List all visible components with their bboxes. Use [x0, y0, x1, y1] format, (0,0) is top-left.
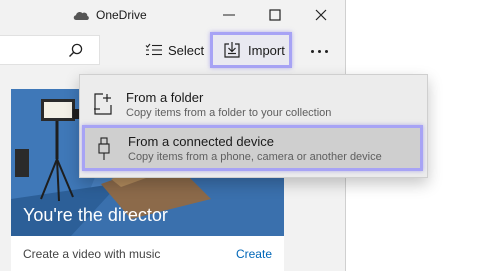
menu-item-subtitle: Copy items from a phone, camera or anoth… — [128, 151, 382, 163]
maximize-icon — [269, 9, 281, 21]
import-button[interactable]: Import — [210, 32, 292, 68]
add-folder-icon — [94, 93, 112, 115]
import-button-label: Import — [248, 43, 285, 58]
more-dots-icon — [311, 50, 314, 53]
close-button[interactable] — [306, 3, 336, 27]
more-options-button[interactable] — [306, 38, 334, 62]
window-title: OneDrive — [96, 8, 147, 22]
card-title: You're the director — [23, 205, 168, 225]
more-dots-icon — [318, 50, 321, 53]
usb-device-icon — [98, 137, 110, 160]
menu-item-title: From a folder — [126, 90, 204, 105]
close-icon — [315, 9, 327, 21]
search-input[interactable] — [0, 35, 100, 65]
minimize-icon — [223, 14, 235, 16]
menu-item-from-connected-device[interactable]: From a connected device Copy items from … — [82, 125, 423, 171]
select-button-label: Select — [168, 43, 205, 58]
menu-item-subtitle: Copy items from a folder to your collect… — [126, 107, 332, 119]
card-caption: Create a video with music — [23, 247, 161, 261]
menu-item-title: From a connected device — [128, 134, 274, 149]
title-bar: OneDrive — [0, 0, 345, 31]
menu-item-from-folder[interactable]: From a folder Copy items from a folder t… — [80, 81, 427, 127]
import-menu: From a folder Copy items from a folder t… — [79, 74, 428, 178]
select-button[interactable]: Select — [143, 38, 205, 62]
maximize-button[interactable] — [260, 3, 290, 27]
create-link[interactable]: Create — [236, 247, 272, 261]
import-icon — [224, 42, 240, 58]
more-dots-icon — [325, 50, 328, 53]
search-icon[interactable] — [68, 43, 83, 58]
checklist-icon — [145, 43, 162, 56]
minimize-button[interactable] — [214, 3, 244, 27]
onedrive-cloud-icon — [73, 12, 89, 20]
